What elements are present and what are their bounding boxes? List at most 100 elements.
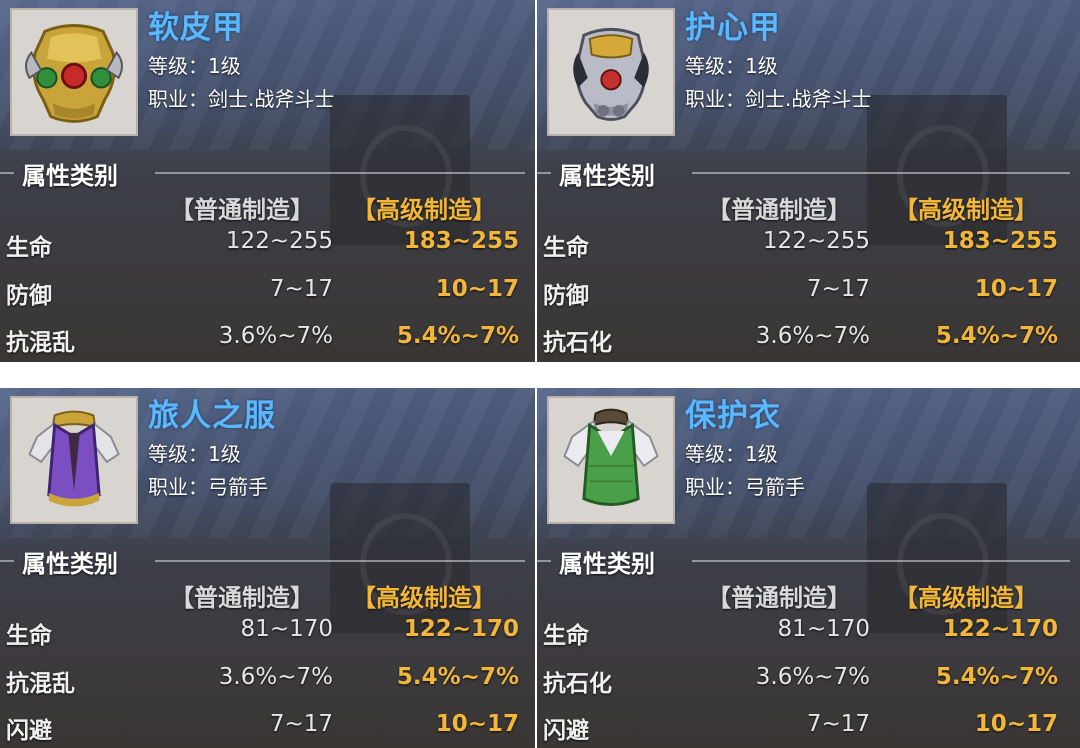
stat-normal-value: 3.6%~7% [755,323,870,349]
item-name: 保护衣 [685,398,781,434]
stat-advanced-value: 183~255 [942,228,1058,254]
item-level: 等级：1级 [685,438,778,467]
stat-row: 生命 122~255 183~255 [0,228,535,268]
stat-advanced-value: 122~170 [942,616,1058,642]
item-name: 软皮甲 [148,10,244,46]
silver-armor-icon[interactable] [547,8,675,136]
stat-row: 抗混乱 3.6%~7% 5.4%~7% [0,323,535,362]
item-level: 等级：1级 [148,50,241,79]
item-level: 等级：1级 [685,50,778,79]
stat-label: 闪避 [6,718,52,744]
divider [537,560,551,562]
section-title: 属性类别 [22,162,118,190]
stat-advanced-value: 10~17 [435,711,519,737]
advanced-craft-header: 【高级制造】 [352,584,496,612]
section-header: 属性类别 [537,156,1080,190]
item-class: 职业：剑士.战斧斗士 [148,83,334,112]
stat-normal-value: 81~170 [777,616,870,642]
divider [692,560,1070,562]
item-card-soft-leather-armor: 软皮甲 等级：1级 职业：剑士.战斧斗士 属性类别 【普通制造】 【高级制造】 … [0,0,535,362]
stat-row: 抗混乱 3.6%~7% 5.4%~7% [0,664,535,704]
level-value: 1级 [745,442,778,466]
normal-craft-header: 【普通制造】 [707,196,851,224]
item-card-protective-clothes: 保护衣 等级：1级 职业：弓箭手 属性类别 【普通制造】 【高级制造】 生命 8… [537,388,1080,748]
stat-row: 抗石化 3.6%~7% 5.4%~7% [537,664,1080,704]
class-prefix: 职业： [148,475,208,499]
class-value: 弓箭手 [745,475,805,499]
stat-normal-value: 7~17 [806,711,870,737]
stat-row: 闪避 7~17 10~17 [0,711,535,748]
class-prefix: 职业： [148,87,208,111]
stat-row: 防御 7~17 10~17 [0,276,535,316]
class-value: 弓箭手 [208,475,268,499]
stat-advanced-value: 183~255 [403,228,519,254]
advanced-craft-header: 【高级制造】 [894,196,1038,224]
purple-vest-icon[interactable] [10,396,138,524]
item-class: 职业：剑士.战斧斗士 [685,83,871,112]
stat-advanced-value: 10~17 [435,276,519,302]
divider [537,172,551,174]
item-card-traveler-clothes: 旅人之服 等级：1级 职业：弓箭手 属性类别 【普通制造】 【高级制造】 生命 … [0,388,535,748]
stat-normal-value: 81~170 [240,616,333,642]
stat-row: 生命 81~170 122~170 [537,616,1080,656]
item-name: 护心甲 [685,10,781,46]
stat-row: 生命 81~170 122~170 [0,616,535,656]
section-header: 属性类别 [0,156,535,190]
stat-advanced-value: 5.4%~7% [396,664,519,690]
item-name: 旅人之服 [148,398,276,434]
stat-label: 防御 [543,283,589,309]
divider [155,172,525,174]
stat-advanced-value: 5.4%~7% [396,323,519,349]
divider [155,560,525,562]
advanced-craft-header: 【高级制造】 [894,584,1038,612]
stat-label: 抗混乱 [6,330,75,356]
stat-label: 抗石化 [543,330,612,356]
section-header: 属性类别 [0,544,535,578]
class-value: 剑士.战斧斗士 [208,87,335,111]
divider [0,172,14,174]
level-value: 1级 [208,54,241,78]
stat-row: 闪避 7~17 10~17 [537,711,1080,748]
stat-normal-value: 122~255 [225,228,333,254]
stat-label: 抗石化 [543,671,612,697]
stat-advanced-value: 5.4%~7% [935,323,1058,349]
stat-label: 闪避 [543,718,589,744]
stat-normal-value: 122~255 [762,228,870,254]
class-prefix: 职业： [685,475,745,499]
stat-row: 防御 7~17 10~17 [537,276,1080,316]
stat-advanced-value: 10~17 [974,276,1058,302]
level-prefix: 等级： [148,442,208,466]
normal-craft-header: 【普通制造】 [170,196,314,224]
stat-normal-value: 3.6%~7% [218,323,333,349]
advanced-craft-header: 【高级制造】 [352,196,496,224]
class-value: 剑士.战斧斗士 [745,87,872,111]
divider [692,172,1070,174]
stat-normal-value: 7~17 [269,711,333,737]
item-class: 职业：弓箭手 [685,471,805,500]
item-level: 等级：1级 [148,438,241,467]
section-title: 属性类别 [559,550,655,578]
stat-normal-value: 7~17 [806,276,870,302]
normal-craft-header: 【普通制造】 [170,584,314,612]
item-card-heart-guard-armor: 护心甲 等级：1级 职业：剑士.战斧斗士 属性类别 【普通制造】 【高级制造】 … [537,0,1080,362]
divider [0,560,14,562]
class-prefix: 职业： [685,87,745,111]
stat-label: 生命 [543,235,589,261]
stat-label: 生命 [6,623,52,649]
gold-armor-icon[interactable] [10,8,138,136]
stat-normal-value: 3.6%~7% [218,664,333,690]
level-prefix: 等级： [685,54,745,78]
stat-row: 生命 122~255 183~255 [537,228,1080,268]
level-value: 1级 [208,442,241,466]
normal-craft-header: 【普通制造】 [707,584,851,612]
stat-label: 防御 [6,283,52,309]
stat-advanced-value: 5.4%~7% [935,664,1058,690]
stat-normal-value: 3.6%~7% [755,664,870,690]
item-class: 职业：弓箭手 [148,471,268,500]
stat-advanced-value: 10~17 [974,711,1058,737]
section-title: 属性类别 [559,162,655,190]
stat-normal-value: 7~17 [269,276,333,302]
level-prefix: 等级： [685,442,745,466]
green-vest-icon[interactable] [547,396,675,524]
stat-label: 生命 [6,235,52,261]
